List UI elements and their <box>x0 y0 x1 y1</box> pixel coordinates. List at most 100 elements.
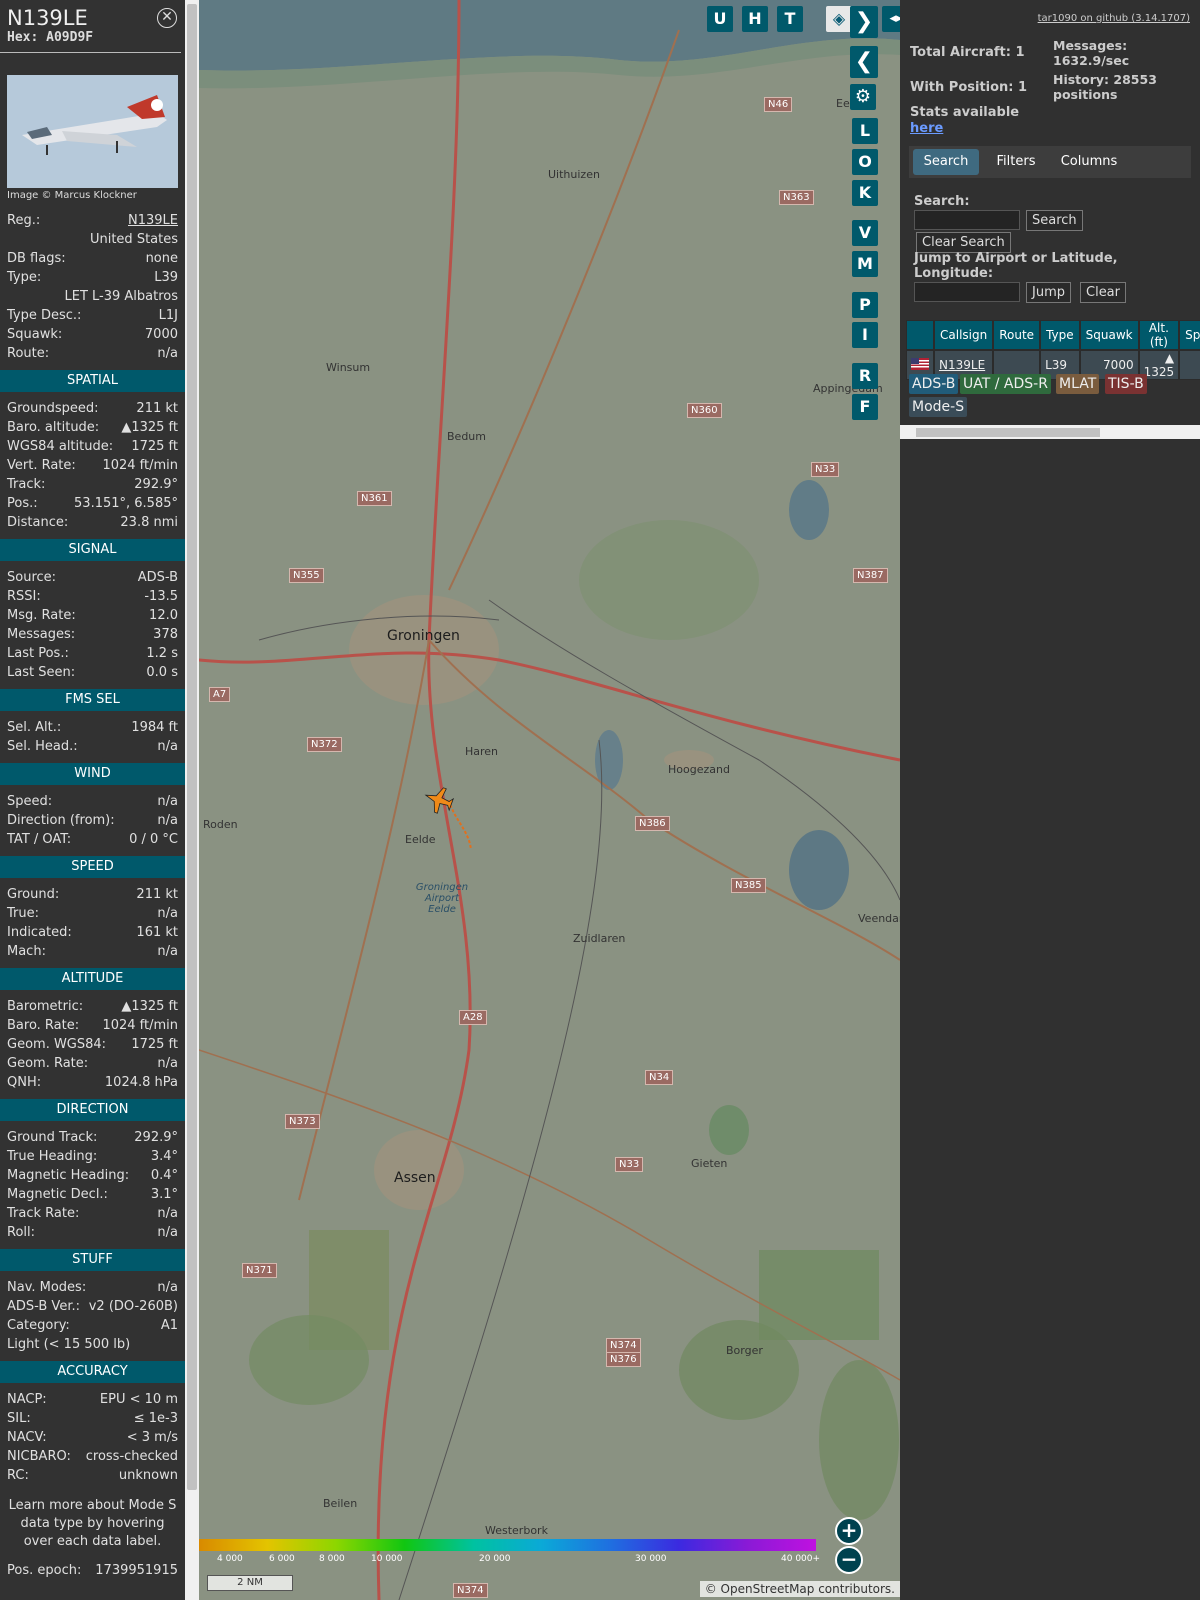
column-header[interactable]: Callsign <box>934 320 994 350</box>
section-header-wind: WIND <box>0 763 185 785</box>
info-row: TAT / OAT: 0 / 0 °C <box>0 830 185 849</box>
info-value: n/a <box>157 346 178 361</box>
jump-button[interactable]: Jump <box>1026 282 1071 303</box>
info-key: Indicated: <box>7 925 72 940</box>
info-row: Baro. altitude: ▲1325 ft <box>0 418 185 437</box>
info-key: Mach: <box>7 944 46 959</box>
clear-button[interactable]: Clear <box>1080 282 1126 303</box>
map-button-l[interactable]: L <box>852 118 878 144</box>
column-header[interactable]: Alt. (ft) <box>1138 320 1180 350</box>
info-value: cross-checked <box>85 1449 178 1464</box>
info-key: Direction (from): <box>7 813 115 828</box>
info-key: Vert. Rate: <box>7 458 76 473</box>
info-key: Type: <box>7 270 42 285</box>
zoom-out-button[interactable]: − <box>835 1546 863 1574</box>
info-row: DB flags: none <box>0 249 185 268</box>
info-row: Ground: 211 kt <box>0 885 185 904</box>
github-link[interactable]: tar1090 on github (3.14.1707) <box>1038 13 1190 24</box>
column-header[interactable]: Route <box>993 320 1041 350</box>
source-tisb[interactable]: TIS-B <box>1105 374 1147 394</box>
us-flag-icon <box>911 357 929 370</box>
registration-link[interactable]: N139LE <box>128 211 178 230</box>
road-label: N360 <box>687 403 722 418</box>
road-label: N33 <box>615 1157 644 1172</box>
city-label-beilen: Beilen <box>323 1497 358 1510</box>
aircraft-photo[interactable] <box>7 75 178 188</box>
map-button-k[interactable]: K <box>852 180 878 206</box>
info-value: United States <box>89 232 178 247</box>
altitude-tick: 4 000 <box>217 1554 243 1564</box>
map-button-t[interactable]: T <box>777 6 803 32</box>
info-row: Geom. WGS84: 1725 ft <box>0 1035 185 1054</box>
stats-link[interactable]: here <box>910 121 943 136</box>
jump-input[interactable] <box>914 282 1020 302</box>
column-header[interactable]: Type <box>1040 320 1080 350</box>
column-header[interactable]: Squawk <box>1079 320 1139 350</box>
map-button-u[interactable]: U <box>707 6 733 32</box>
zoom-in-button[interactable]: + <box>835 1517 863 1545</box>
section-header-speed: SPEED <box>0 856 185 878</box>
layers-icon[interactable]: ◈ <box>826 6 852 32</box>
toggle-sidebar-icon[interactable]: ◂▸ <box>882 6 900 32</box>
map-button-o[interactable]: O <box>852 149 878 175</box>
map-view[interactable]: Groningen Assen Hoogezand Haren Eelde Zuidlar… <box>199 0 900 1600</box>
map-attribution[interactable]: © OpenStreetMap contributors. <box>699 1581 900 1597</box>
gear-icon[interactable]: ⚙ <box>850 84 876 110</box>
collapse-left-icon[interactable]: ❮ <box>850 46 878 78</box>
tab-columns[interactable]: Columns <box>1052 149 1126 175</box>
table-hscrollbar-thumb[interactable] <box>916 428 1100 437</box>
map-button-h[interactable]: H <box>742 6 768 32</box>
source-adsb[interactable]: ADS-B <box>909 374 959 394</box>
aircraft-table: CallsignRouteTypeSquawkAlt. (ft)Spd N139… <box>906 320 1200 380</box>
city-label-bedum: Bedum <box>447 430 486 443</box>
search-input[interactable] <box>914 210 1020 230</box>
info-value: ▲1325 ft <box>121 999 178 1014</box>
road-label: N376 <box>606 1352 641 1367</box>
info-key: TAT / OAT: <box>7 832 72 847</box>
city-label-groningen: Groningen <box>387 628 460 644</box>
info-value: < 3 m/s <box>126 1430 178 1445</box>
map-button-m[interactable]: M <box>852 251 878 277</box>
map-button-p[interactable]: P <box>852 292 878 318</box>
info-value: EPU < 10 m <box>99 1392 178 1407</box>
info-row: True Heading: 3.4° <box>0 1147 185 1166</box>
info-scrollbar-thumb[interactable] <box>187 4 197 1490</box>
tab-search[interactable]: Search <box>913 149 979 175</box>
row-speed <box>1179 350 1200 380</box>
info-value: n/a <box>157 794 178 809</box>
table-header-row: CallsignRouteTypeSquawkAlt. (ft)Spd <box>906 320 1200 350</box>
road-label: N371 <box>242 1263 277 1278</box>
info-row: Msg. Rate: 12.0 <box>0 606 185 625</box>
info-row: Vert. Rate: 1024 ft/min <box>0 456 185 475</box>
info-key: Groundspeed: <box>7 401 99 416</box>
source-mlat[interactable]: MLAT <box>1056 374 1100 394</box>
city-label-uithuizen: Uithuizen <box>548 168 600 181</box>
expand-right-icon[interactable]: ❯ <box>850 6 878 38</box>
source-modes[interactable]: Mode-S <box>909 397 968 417</box>
map-button-v[interactable]: V <box>852 220 878 246</box>
info-key: Source: <box>7 570 57 585</box>
map-button-f[interactable]: F <box>852 394 878 420</box>
info-row: Source: ADS-B <box>0 568 185 587</box>
map-button-i[interactable]: I <box>852 322 878 348</box>
close-icon[interactable]: ✕ <box>157 8 177 28</box>
info-key: Geom. WGS84: <box>7 1037 107 1052</box>
info-row: SIL: ≤ 1e-3 <box>0 1409 185 1428</box>
hex-code: Hex: A09D9F <box>7 30 94 45</box>
scale-bar: 2 NM <box>207 1575 293 1591</box>
clear-search-button[interactable]: Clear Search <box>916 232 1011 253</box>
info-value: 378 <box>153 627 178 642</box>
map-button-r[interactable]: R <box>852 363 878 389</box>
column-header[interactable] <box>906 320 934 350</box>
column-header[interactable]: Spd <box>1179 320 1200 350</box>
altitude-tick: 30 000 <box>635 1554 667 1564</box>
info-value: 292.9° <box>134 1130 178 1145</box>
city-label-roden: Roden <box>203 818 238 831</box>
tab-filters[interactable]: Filters <box>986 149 1046 175</box>
info-row: Light (< 15 500 lb) <box>0 1335 185 1354</box>
info-key: Ground Track: <box>7 1130 98 1145</box>
search-button[interactable]: Search <box>1026 210 1083 231</box>
source-uat[interactable]: UAT / ADS-R <box>960 374 1051 394</box>
info-row: Indicated: 161 kt <box>0 923 185 942</box>
info-key: Pos.: <box>7 496 38 511</box>
